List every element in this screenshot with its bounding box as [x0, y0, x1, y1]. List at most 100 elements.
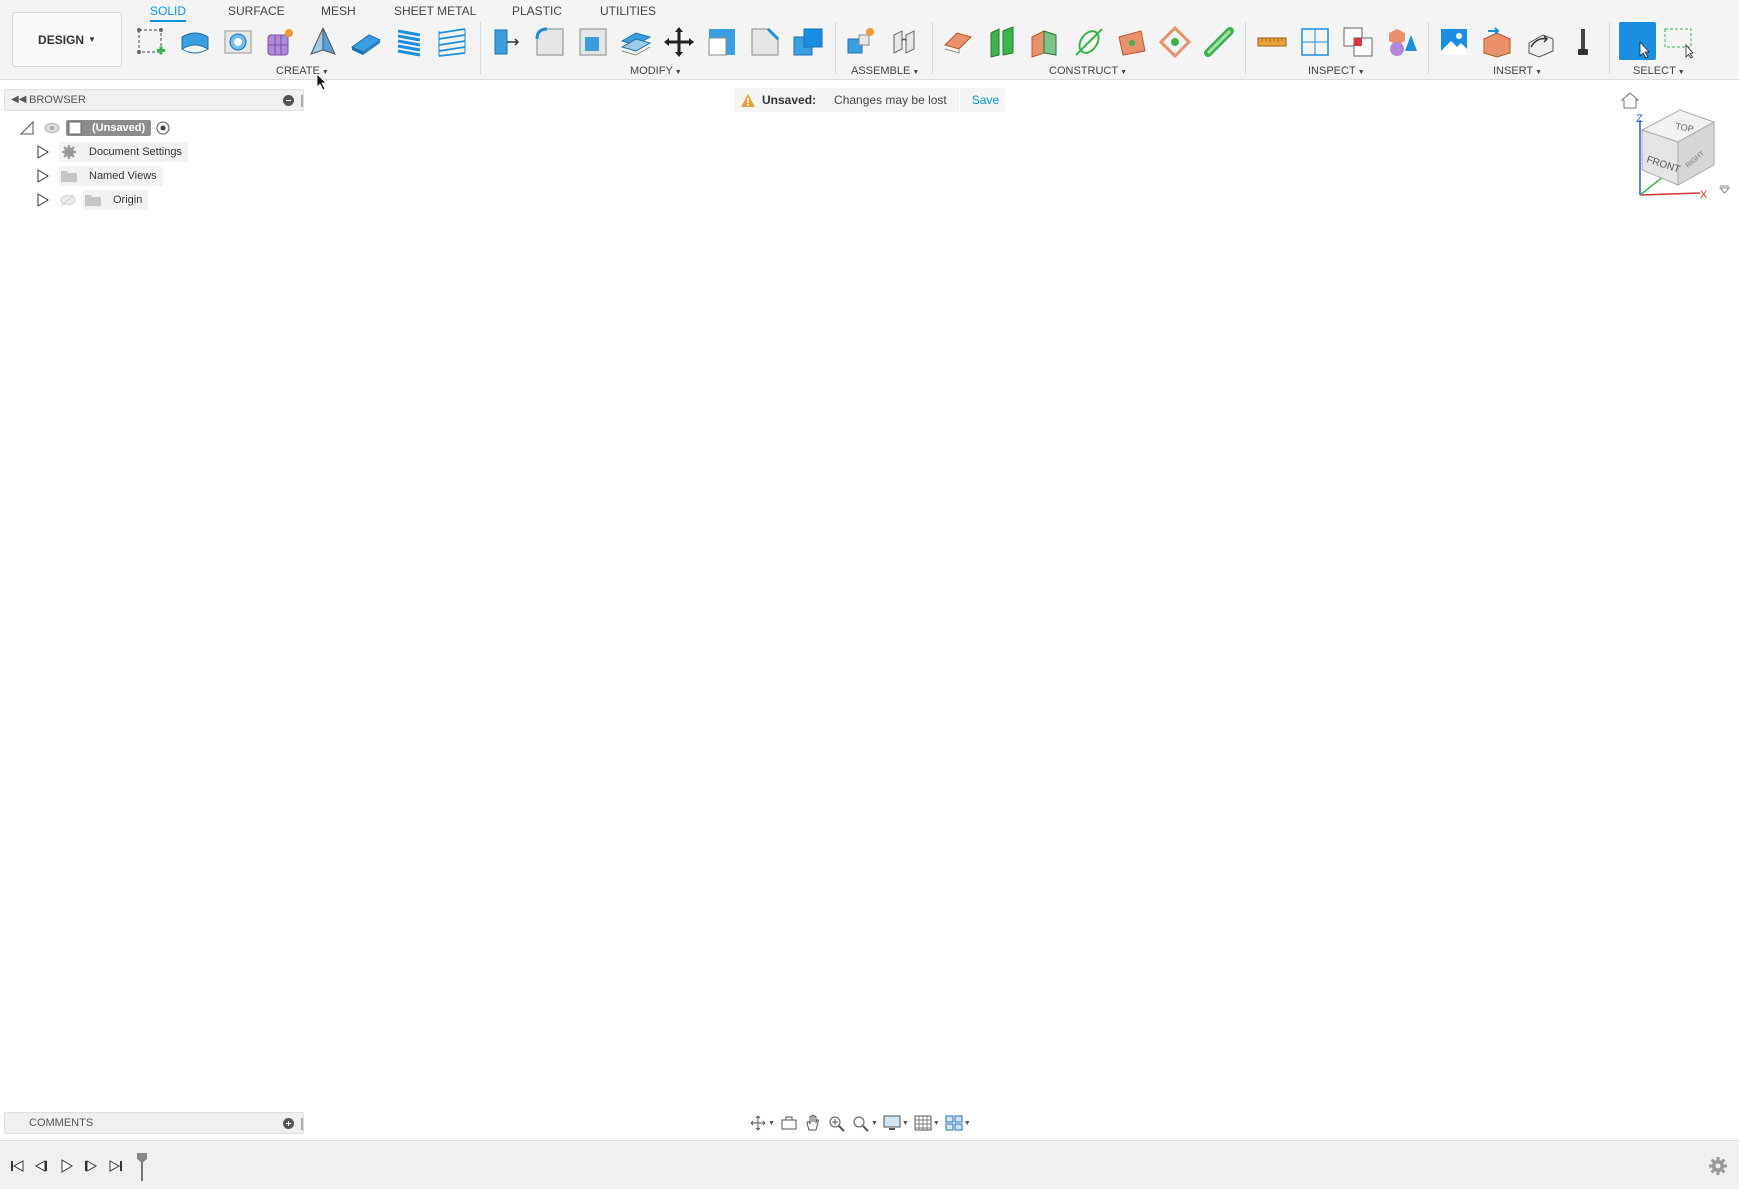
press-pull-button[interactable]: [489, 24, 525, 60]
measure-button[interactable]: [1254, 24, 1290, 60]
joint-button[interactable]: [887, 24, 923, 60]
expand-triangle-icon[interactable]: [37, 193, 49, 207]
assemble-menu-label: ASSEMBLE: [851, 65, 911, 77]
folder-icon: [85, 195, 101, 206]
insert-mcmaster-button[interactable]: [1522, 24, 1558, 60]
pyramid-icon: [310, 27, 336, 55]
interference-button[interactable]: [1340, 24, 1376, 60]
fit-button[interactable]: ▼: [851, 1112, 878, 1134]
window-select-button[interactable]: [1661, 24, 1697, 60]
expand-triangle-icon[interactable]: [37, 145, 49, 159]
tree-item-origin[interactable]: Origin: [37, 189, 149, 211]
combine-button[interactable]: [790, 24, 826, 60]
home-icon[interactable]: [1620, 92, 1640, 109]
midplane-button[interactable]: [1027, 24, 1063, 60]
timeline-settings-gear-icon[interactable]: [1708, 1156, 1728, 1176]
zoom-button[interactable]: [827, 1112, 847, 1134]
tab-utilities[interactable]: UTILITIES: [600, 3, 656, 19]
pyramid-button[interactable]: [305, 24, 341, 60]
step-forward-button[interactable]: [82, 1157, 100, 1175]
timeline-marker-icon[interactable]: [135, 1151, 149, 1183]
inspect-menu[interactable]: INSPECT ▼: [1308, 64, 1365, 78]
move-copy-button[interactable]: [661, 24, 697, 60]
chamfer-icon: [751, 27, 780, 56]
revolve-button[interactable]: [220, 24, 256, 60]
view-cube[interactable]: TOP FRONT RIGHT Z X: [1620, 90, 1730, 205]
plane-along-path-button[interactable]: [1201, 24, 1237, 60]
create-sketch-button[interactable]: [134, 24, 170, 60]
coil-button[interactable]: [391, 24, 427, 60]
panel-grip-icon[interactable]: [301, 95, 303, 107]
viewports-button[interactable]: ▼: [944, 1112, 971, 1134]
divider: [1245, 22, 1246, 74]
orbit-button[interactable]: ▼: [748, 1112, 775, 1134]
fillet-button[interactable]: [532, 24, 568, 60]
tab-mesh[interactable]: MESH: [321, 3, 356, 19]
collapse-panel-icon[interactable]: ◀◀: [11, 94, 26, 105]
minimize-icon[interactable]: [283, 95, 294, 106]
insert-menu[interactable]: INSERT ▼: [1493, 64, 1542, 78]
panel-grip-icon[interactable]: [301, 1118, 303, 1130]
tree-item-document-settings[interactable]: Document Settings: [37, 141, 188, 163]
modify-menu[interactable]: MODIFY ▼: [630, 64, 682, 78]
extrude-button[interactable]: [177, 24, 213, 60]
eye-icon[interactable]: [44, 122, 60, 134]
tree-root-row[interactable]: (Unsaved): [20, 117, 170, 139]
display-settings-button[interactable]: ▼: [882, 1112, 909, 1134]
new-component-button[interactable]: [843, 24, 879, 60]
tree-item-named-views[interactable]: Named Views: [37, 165, 163, 187]
point-button[interactable]: [1114, 24, 1150, 60]
expanded-triangle-icon[interactable]: [20, 121, 34, 135]
workspace-switcher[interactable]: DESIGN ▼: [12, 12, 122, 67]
add-comment-icon[interactable]: [283, 1118, 294, 1129]
thread-button[interactable]: [434, 24, 470, 60]
browser-title: BROWSER: [29, 94, 86, 106]
offset-face-button[interactable]: [618, 24, 654, 60]
go-to-end-button[interactable]: [107, 1157, 125, 1175]
scale-button[interactable]: [704, 24, 740, 60]
tab-solid[interactable]: SOLID: [150, 3, 187, 22]
grid-settings-button[interactable]: ▼: [913, 1112, 940, 1134]
root-component-chip[interactable]: (Unsaved): [66, 120, 152, 136]
chamfer-button[interactable]: [747, 24, 783, 60]
play-button[interactable]: [57, 1157, 75, 1175]
y-axis-line: [1639, 175, 1665, 196]
comments-title: COMMENTS: [29, 1117, 94, 1129]
display-component-colors-button[interactable]: [1384, 24, 1420, 60]
plane-at-angle-button[interactable]: [984, 24, 1020, 60]
select-menu[interactable]: SELECT ▼: [1633, 64, 1685, 78]
browser-panel-header: ◀◀ BROWSER: [4, 89, 304, 111]
create-form-button[interactable]: [262, 24, 298, 60]
step-back-button[interactable]: [32, 1157, 50, 1175]
look-at-button[interactable]: [779, 1112, 799, 1134]
expand-triangle-icon[interactable]: [37, 169, 49, 183]
move-icon: [664, 27, 694, 57]
chevron-down-icon: ▼: [1120, 69, 1127, 76]
tab-sheet-metal[interactable]: SHEET METAL: [394, 3, 476, 19]
assemble-menu[interactable]: ASSEMBLE ▼: [851, 64, 919, 78]
offset-plane-button[interactable]: [940, 24, 976, 60]
axis-button[interactable]: [1071, 24, 1107, 60]
divider: [1609, 22, 1610, 74]
section-analysis-button[interactable]: [1297, 24, 1333, 60]
activate-radio-icon[interactable]: [156, 121, 170, 135]
pan-button[interactable]: [803, 1112, 823, 1134]
gear-icon: [62, 145, 76, 159]
box-button[interactable]: [348, 24, 384, 60]
viewcube-menu-icon[interactable]: [1718, 185, 1730, 194]
tab-plastic[interactable]: PLASTIC: [512, 3, 562, 19]
shell-button[interactable]: [575, 24, 611, 60]
offset-face-icon: [620, 32, 652, 56]
insert-fastener-button[interactable]: [1565, 24, 1601, 60]
go-to-start-button[interactable]: [8, 1157, 26, 1175]
save-button[interactable]: Save: [972, 93, 999, 107]
decal-button[interactable]: [1436, 24, 1472, 60]
select-button[interactable]: [1619, 22, 1656, 60]
tab-surface[interactable]: SURFACE: [228, 3, 285, 19]
insert-mesh-button[interactable]: [1479, 24, 1515, 60]
cursor-arrow-icon: [1639, 40, 1650, 59]
construct-menu[interactable]: CONSTRUCT ▼: [1049, 64, 1127, 78]
measure-icon: [1257, 37, 1287, 47]
eye-hidden-icon[interactable]: [59, 194, 77, 206]
tangent-plane-button[interactable]: [1157, 24, 1193, 60]
